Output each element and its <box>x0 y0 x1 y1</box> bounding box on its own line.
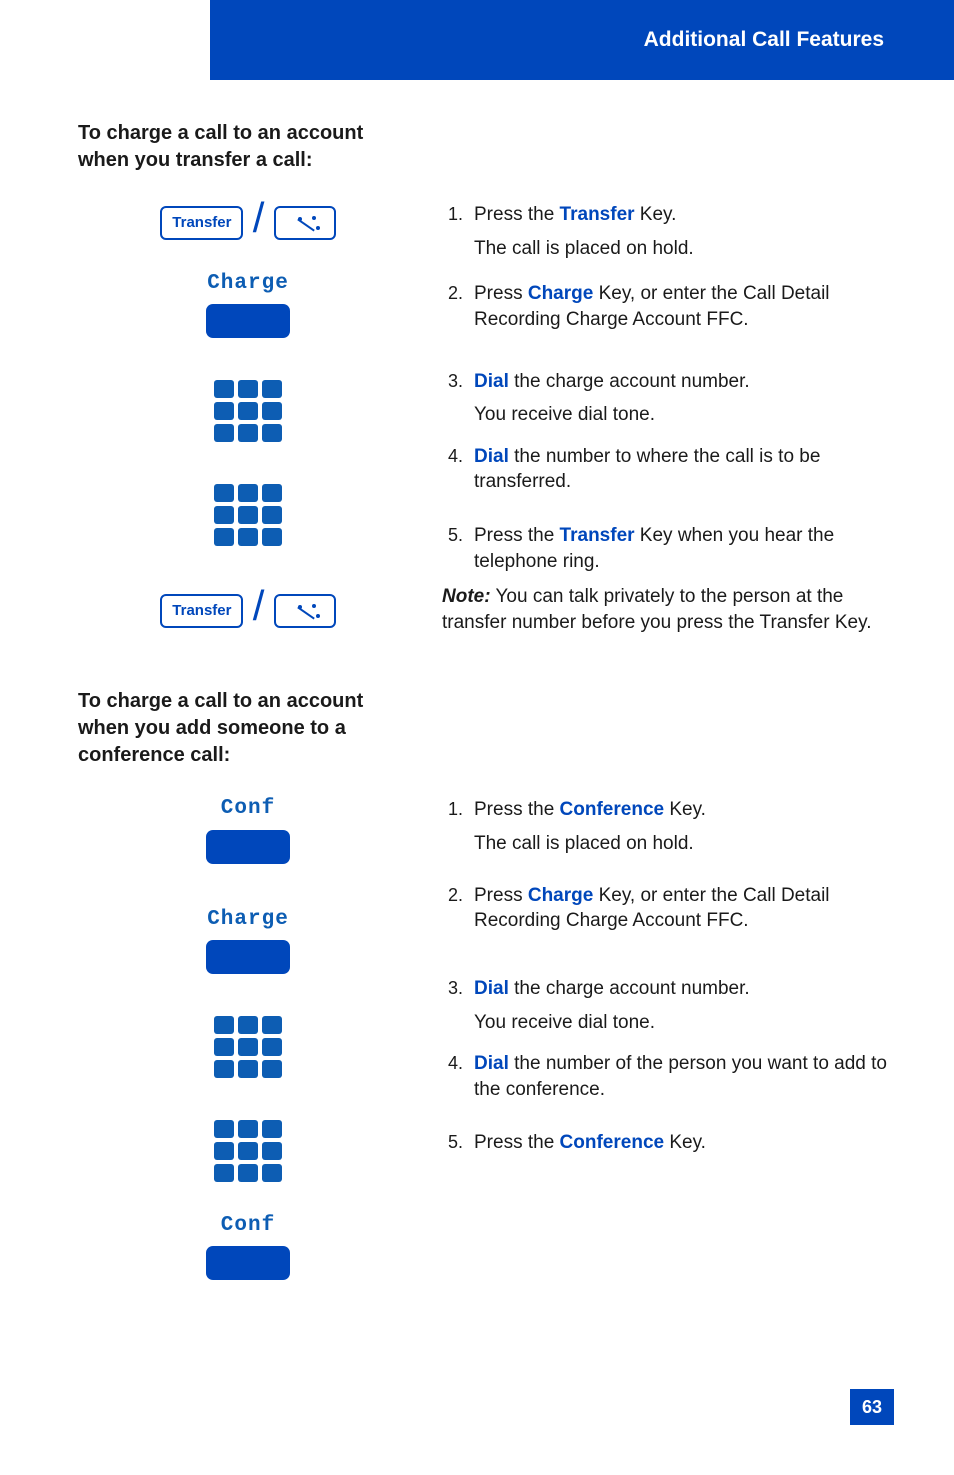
conf-softkey-label: Conf <box>78 795 418 823</box>
section1-note: Note: You can talk privately to the pers… <box>442 584 894 635</box>
step-5: Press the Transfer Key when you hear the… <box>468 523 894 574</box>
section1-steps: Press the Transfer Key. The call is plac… <box>442 200 894 658</box>
dial-keyword: Dial <box>474 371 509 392</box>
section2-icons: Conf Charge Conf <box>78 795 418 1310</box>
dial-keyword: Dial <box>474 1053 509 1074</box>
transfer-keyword: Transfer <box>560 525 635 546</box>
transfer-key-icon: Transfer <box>160 594 243 628</box>
step-3-sub: You receive dial tone. <box>474 402 894 428</box>
header-gap <box>0 0 210 80</box>
charge-softkey-label: Charge <box>78 906 418 934</box>
step-4: Dial the number to where the call is to … <box>468 444 894 495</box>
conference-keyword: Conference <box>560 1132 665 1153</box>
step-5: Press the Conference Key. <box>468 1130 894 1156</box>
step-3: Dial the charge account number. You rece… <box>468 369 894 428</box>
section2-title: To charge a call to an account when you … <box>78 688 408 769</box>
conf-softkey-label: Conf <box>78 1212 418 1240</box>
step-1-sub: The call is placed on hold. <box>474 236 894 262</box>
dial-keyword: Dial <box>474 978 509 999</box>
step-2: Press Charge Key, or enter the Call Deta… <box>468 281 894 332</box>
note-text: You can talk privately to the person at … <box>442 586 871 633</box>
slash-icon: / <box>253 592 265 620</box>
charge-keyword: Charge <box>528 885 593 906</box>
keypad-icon <box>214 1016 282 1078</box>
step-1: Press the Conference Key. The call is pl… <box>468 797 894 856</box>
softkey-icon <box>206 304 290 338</box>
slash-icon: / <box>253 204 265 232</box>
keypad-icon <box>214 484 282 546</box>
section1-icons: Transfer / Charge Transfer / <box>78 200 418 658</box>
softkey-icon <box>206 1246 290 1280</box>
keypad-icon <box>214 380 282 442</box>
charge-keyword: Charge <box>528 283 593 304</box>
step-4: Dial the number of the person you want t… <box>468 1051 894 1102</box>
charge-softkey-label: Charge <box>78 270 418 298</box>
page-header-title: Additional Call Features <box>644 26 884 54</box>
softkey-icon <box>206 940 290 974</box>
header-title-bar: Additional Call Features <box>210 0 954 80</box>
step-1: Press the Transfer Key. The call is plac… <box>468 202 894 261</box>
step-1-sub: The call is placed on hold. <box>474 831 894 857</box>
section1-title: To charge a call to an account when you … <box>78 120 408 174</box>
directory-key-icon <box>274 206 336 240</box>
section2-steps: Press the Conference Key. The call is pl… <box>442 795 894 1310</box>
header-bar: Additional Call Features <box>0 0 954 80</box>
note-label: Note: <box>442 586 491 607</box>
transfer-key-icon: Transfer <box>160 206 243 240</box>
step-2: Press Charge Key, or enter the Call Deta… <box>468 883 894 934</box>
page-number: 63 <box>850 1389 894 1425</box>
conference-keyword: Conference <box>560 799 665 820</box>
step-3: Dial the charge account number. You rece… <box>468 976 894 1035</box>
keypad-icon <box>214 1120 282 1182</box>
step-3-sub: You receive dial tone. <box>474 1010 894 1036</box>
directory-key-icon <box>274 594 336 628</box>
transfer-keyword: Transfer <box>560 204 635 225</box>
dial-keyword: Dial <box>474 446 509 467</box>
softkey-icon <box>206 830 290 864</box>
